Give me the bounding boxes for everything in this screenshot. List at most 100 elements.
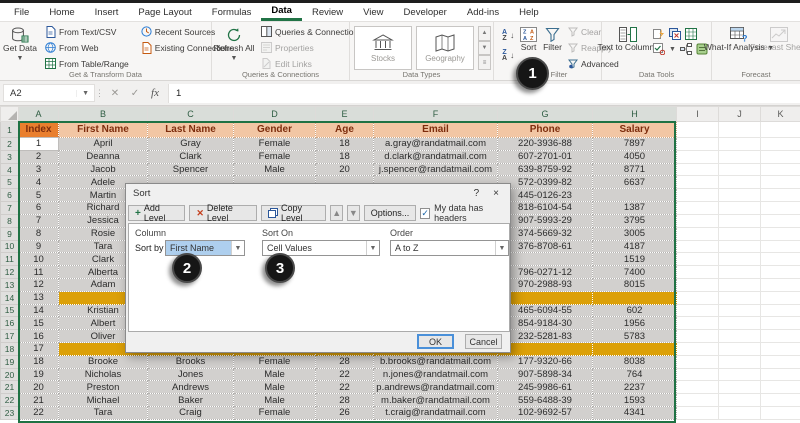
cancel-entry-icon[interactable]: ✕ [106,84,124,102]
move-level-up-button[interactable]: ▲ [330,205,343,221]
cell[interactable]: 22 [19,407,59,420]
empty-cell[interactable] [761,317,800,330]
empty-cell[interactable] [677,240,719,253]
cell[interactable]: j.spencer@randatmail.com [374,163,498,176]
cell[interactable]: Clark [148,150,234,163]
from-text-csv-button[interactable]: From Text/CSV [42,24,132,39]
cancel-button[interactable]: Cancel [465,334,502,349]
empty-cell[interactable] [761,253,800,266]
empty-cell[interactable] [677,278,719,291]
gallery-more-button[interactable]: ≡ [478,55,491,70]
enter-entry-icon[interactable]: ✓ [126,84,144,102]
cell[interactable]: n.jones@randatmail.com [374,368,498,381]
cell[interactable]: Female [234,407,316,420]
text-to-columns-button[interactable]: Text to Columns [606,24,650,70]
cell[interactable]: 818-6104-54 [498,202,593,215]
refresh-all-button[interactable]: Refresh All▼ [214,24,254,70]
empty-cell[interactable] [719,330,761,343]
row-header[interactable]: 4 [1,163,19,176]
row-header[interactable]: 7 [1,202,19,215]
tab-help[interactable]: Help [509,3,549,21]
cell[interactable]: 3005 [593,227,677,240]
tab-page-layout[interactable]: Page Layout [128,3,201,21]
empty-cell[interactable] [677,330,719,343]
cell[interactable]: Preston [59,381,148,394]
cell[interactable]: 20 [19,381,59,394]
empty-cell[interactable] [719,176,761,189]
empty-cell[interactable] [761,381,800,394]
cell[interactable]: 970-2988-93 [498,278,593,291]
empty-cell[interactable] [677,176,719,189]
cell[interactable]: 1387 [593,202,677,215]
stocks-tile[interactable]: Stocks [354,26,412,70]
empty-cell[interactable] [677,266,719,279]
empty-cell[interactable] [719,381,761,394]
empty-cell[interactable] [719,214,761,227]
cell[interactable]: Brooke [59,355,148,368]
cell[interactable]: 639-8759-92 [498,163,593,176]
header-cell-email[interactable]: Email [374,122,498,138]
empty-cell[interactable] [719,138,761,151]
name-box[interactable]: A2▼ [3,84,95,102]
empty-cell[interactable] [761,343,800,356]
cell[interactable]: 764 [593,368,677,381]
row-header[interactable]: 17 [1,330,19,343]
empty-cell[interactable] [719,163,761,176]
empty-cell[interactable] [761,150,800,163]
cell[interactable]: 2 [19,150,59,163]
cell[interactable]: b.brooks@randatmail.com [374,355,498,368]
column-header-b[interactable]: B [59,107,148,122]
tab-developer[interactable]: Developer [394,3,457,21]
column-header-k[interactable]: K [761,107,800,122]
row-header[interactable]: 10 [1,240,19,253]
header-cell-phone[interactable]: Phone [498,122,593,138]
empty-cell[interactable] [761,176,800,189]
copy-level-button[interactable]: Copy Level [261,205,326,221]
cell[interactable]: Jones [148,368,234,381]
cell[interactable]: 4050 [593,150,677,163]
cell[interactable]: 1593 [593,394,677,407]
cell[interactable]: t.craig@randatmail.com [374,407,498,420]
empty-cell[interactable] [677,189,719,202]
empty-cell[interactable] [677,343,719,356]
cell[interactable]: 18 [316,150,374,163]
cell[interactable]: 854-9184-30 [498,317,593,330]
empty-cell[interactable] [761,407,800,420]
empty-cell[interactable] [677,355,719,368]
name-box-dropdown-icon[interactable]: ▼ [76,90,94,97]
cell[interactable]: 22 [316,381,374,394]
cell[interactable] [498,291,593,304]
cell[interactable]: 3795 [593,214,677,227]
cell[interactable]: 6 [19,202,59,215]
empty-cell[interactable] [677,381,719,394]
cell[interactable]: 8038 [593,355,677,368]
cell[interactable]: Female [234,150,316,163]
cell[interactable]: 572-0399-82 [498,176,593,189]
cell[interactable]: 11 [19,266,59,279]
options-button[interactable]: Options... [364,205,417,221]
row-header[interactable]: 23 [1,407,19,420]
empty-cell[interactable] [719,368,761,381]
empty-cell[interactable] [761,394,800,407]
row-header[interactable]: 18 [1,343,19,356]
empty-cell[interactable] [719,278,761,291]
cell[interactable]: 3 [19,163,59,176]
consolidate-icon[interactable] [685,28,697,40]
cell[interactable]: 7400 [593,266,677,279]
header-cell-index[interactable]: Index [19,122,59,138]
cell[interactable]: 602 [593,304,677,317]
header-cell-salary[interactable]: Salary [593,122,677,138]
tab-insert[interactable]: Insert [85,3,129,21]
row-header[interactable]: 5 [1,176,19,189]
tab-file[interactable]: File [4,3,39,21]
cell[interactable]: 6637 [593,176,677,189]
cell[interactable]: Baker [148,394,234,407]
cell[interactable]: Deanna [59,150,148,163]
cell[interactable]: 28 [316,355,374,368]
data-validation-icon[interactable] [653,43,665,55]
cell[interactable]: 5783 [593,330,677,343]
cell[interactable]: Andrews [148,381,234,394]
cell[interactable]: 4187 [593,240,677,253]
cell[interactable]: d.clark@randatmail.com [374,150,498,163]
cell[interactable]: 374-5669-32 [498,227,593,240]
